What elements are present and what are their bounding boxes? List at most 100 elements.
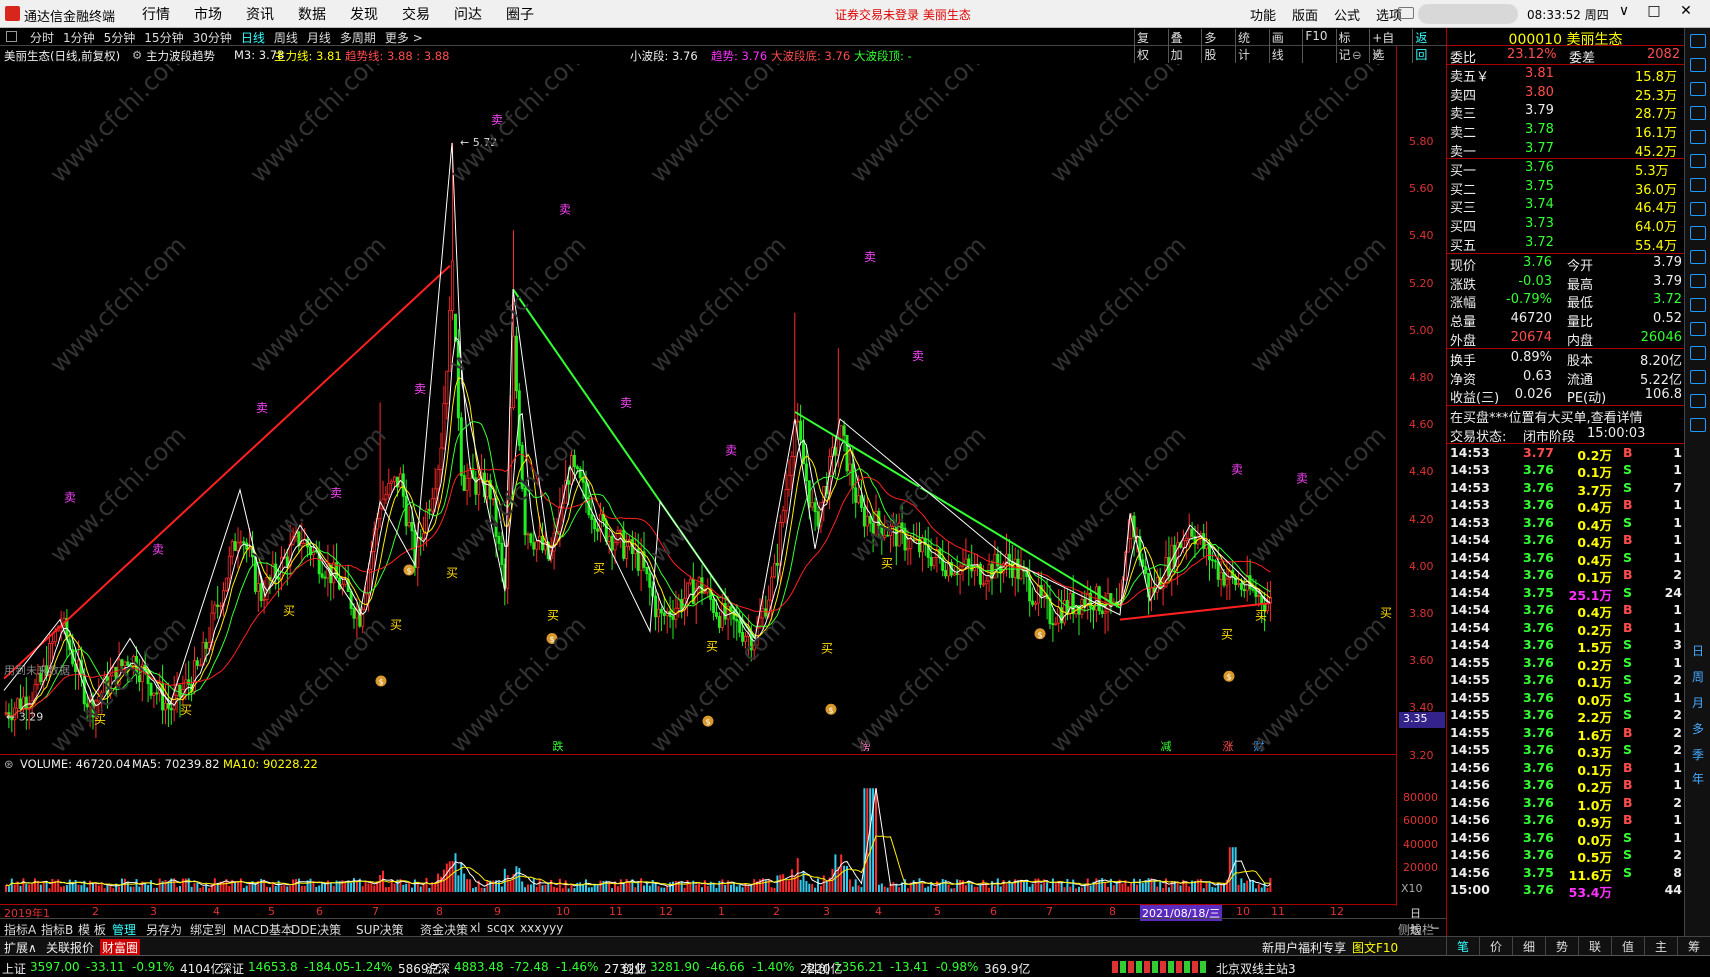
menu-discover[interactable]: 发现	[338, 4, 390, 24]
sidebar-tool-icon[interactable]	[1690, 82, 1706, 96]
quote-tab-5[interactable]: 值	[1611, 936, 1644, 955]
quote-tab-1[interactable]: 价	[1479, 936, 1512, 955]
quote-tab-3[interactable]: 势	[1545, 936, 1578, 955]
tick-row[interactable]: 14:56 3.76 0.1万 B 1	[1447, 759, 1684, 778]
related-quote-tab[interactable]: 关联报价	[46, 939, 94, 956]
tick-row[interactable]: 14:55 3.76 0.2万 S 1	[1447, 654, 1684, 673]
period-3[interactable]: 15分钟	[144, 29, 183, 46]
menu-formula[interactable]: 公式	[1326, 5, 1368, 24]
menu-market-quote[interactable]: 行情	[130, 4, 182, 24]
sidebar-period-4[interactable]: 季	[1692, 746, 1704, 763]
volume-settings-icon[interactable]: ⊛	[4, 757, 14, 771]
sidebar-tool-icon[interactable]	[1690, 370, 1706, 384]
menu-news[interactable]: 资讯	[234, 4, 286, 24]
sidebar-tool-icon[interactable]	[1690, 418, 1706, 432]
tick-row[interactable]: 14:55 3.76 0.1万 S 2	[1447, 671, 1684, 690]
tick-row[interactable]: 14:54 3.76 0.4万 B 1	[1447, 601, 1684, 620]
server-name[interactable]: 北京双线主站3	[1216, 960, 1296, 977]
event-mark[interactable]: 涨	[1223, 740, 1234, 753]
order-book-row[interactable]: 卖一 3.77 45.2万	[1447, 140, 1684, 160]
menu-function[interactable]: 功能	[1242, 5, 1284, 24]
menu-trade[interactable]: 交易	[390, 4, 442, 24]
mail-icon[interactable]	[1398, 7, 1414, 19]
tick-row[interactable]: 14:56 3.76 0.2万 B 1	[1447, 776, 1684, 795]
sidebar-period-5[interactable]: 年	[1692, 770, 1704, 787]
order-book-row[interactable]: 卖五￥ 3.81 15.8万	[1447, 65, 1684, 85]
quote-tab-7[interactable]: 筹	[1677, 936, 1710, 955]
indicator-tab-13[interactable]: yyy	[542, 921, 563, 935]
collapse-icon[interactable]: ⊖	[1352, 48, 1362, 62]
quote-tab-2[interactable]: 细	[1512, 936, 1545, 955]
sidebar-tool-icon[interactable]	[1690, 154, 1706, 168]
period-4[interactable]: 30分钟	[193, 29, 232, 46]
sidebar-period-3[interactable]: 多	[1692, 720, 1704, 737]
tick-row[interactable]: 14:53 3.76 0.4万 S 1	[1447, 514, 1684, 533]
order-book-row[interactable]: 卖四 3.80 25.3万	[1447, 84, 1684, 104]
tick-row[interactable]: 14:56 3.76 0.0万 S 1	[1447, 829, 1684, 848]
big-order-notice-row[interactable]: 在买盘***位置有大买单,查看详情	[1447, 406, 1684, 426]
sidebar-period-1[interactable]: 周	[1692, 668, 1704, 685]
user-account-area[interactable]	[1418, 4, 1518, 24]
order-book-row[interactable]: 买二 3.75 36.0万	[1447, 178, 1684, 198]
event-mark[interactable]: 跌	[553, 739, 564, 753]
period-7[interactable]: 月线	[307, 29, 331, 46]
tick-row[interactable]: 14:55 3.76 0.3万 S 2	[1447, 741, 1684, 760]
period-0[interactable]: 分时	[30, 29, 54, 46]
price-chart[interactable]: ← 5.72 ← 3.29 用到未来数据卖卖卖卖卖卖卖卖卖卖卖卖卖买买买买买买买买买…	[0, 41, 1396, 758]
tick-row[interactable]: 14:54 3.76 0.2万 B 1	[1447, 619, 1684, 638]
tick-row[interactable]: 14:53 3.76 0.4万 B 1	[1447, 496, 1684, 515]
settings-icon[interactable]: ⚙	[132, 48, 142, 62]
sidebar-tool-icon[interactable]	[1690, 298, 1706, 312]
tick-list[interactable]: 14:53 3.77 0.2万 B 1 14:53 3.76 0.1万 S 1 14:53 3.76 3…	[1447, 444, 1684, 901]
restore-button[interactable]: □	[1644, 3, 1664, 19]
tick-row[interactable]: 14:55 3.76 2.2万 S 2	[1447, 706, 1684, 725]
indicator-name[interactable]: 主力波段趋势	[146, 48, 215, 64]
tick-row[interactable]: 14:55 3.76 0.0万 S 1	[1447, 689, 1684, 708]
tick-row[interactable]: 14:56 3.76 0.9万 B 1	[1447, 811, 1684, 830]
sidebar-tool-icon[interactable]	[1690, 274, 1706, 288]
order-book-row[interactable]: 买一 3.76 5.3万	[1447, 159, 1684, 179]
menu-data[interactable]: 数据	[286, 4, 338, 24]
period-9[interactable]: 更多 >	[385, 29, 423, 46]
sidebar-tool-icon[interactable]	[1690, 178, 1706, 192]
layout-icon[interactable]	[6, 31, 17, 42]
tick-row[interactable]: 14:55 3.76 1.6万 B 2	[1447, 724, 1684, 743]
tick-row[interactable]: 15:00 3.76 53.4万 44	[1447, 881, 1684, 900]
order-book-row[interactable]: 买五 3.72 55.4万	[1447, 234, 1684, 254]
sidebar-tool-icon[interactable]	[1690, 322, 1706, 336]
indicator-tab-10[interactable]: xl	[470, 921, 480, 935]
quote-tab-4[interactable]: 联	[1578, 936, 1611, 955]
quote-tab-6[interactable]: 主	[1644, 936, 1677, 955]
menu-market[interactable]: 市场	[182, 4, 234, 24]
sidebar-period-2[interactable]: 月	[1692, 694, 1704, 711]
sidebar-tool-icon[interactable]	[1690, 250, 1706, 264]
indicator-tab-12[interactable]: xxx	[520, 921, 541, 935]
login-notice[interactable]: 证券交易未登录 美丽生态	[835, 6, 971, 23]
quote-tab-0[interactable]: 笔	[1446, 936, 1479, 955]
tick-row[interactable]: 14:56 3.75 11.6万 S 8	[1447, 864, 1684, 883]
tick-row[interactable]: 14:53 3.77 0.2万 B 1	[1447, 444, 1684, 463]
sidebar-tool-icon[interactable]	[1690, 226, 1706, 240]
promo-f10[interactable]: 图文F10	[1352, 939, 1398, 956]
wealth-circle-tab[interactable]: 财富圈	[100, 939, 141, 956]
order-book-row[interactable]: 买三 3.74 46.4万	[1447, 196, 1684, 216]
menu-ask[interactable]: 问达	[442, 4, 494, 24]
event-mark[interactable]: 减	[1161, 740, 1172, 753]
close-button[interactable]: ✕	[1676, 3, 1696, 19]
period-1[interactable]: 1分钟	[63, 29, 95, 46]
tick-row[interactable]: 14:56 3.76 0.5万 S 2	[1447, 846, 1684, 865]
indicator-tab-11[interactable]: scqx	[487, 921, 515, 935]
sidebar-tool-icon[interactable]	[1690, 130, 1706, 144]
period-8[interactable]: 多周期	[340, 29, 376, 46]
order-book-row[interactable]: 卖三 3.79 28.7万	[1447, 102, 1684, 122]
period-5[interactable]: 日线	[241, 29, 265, 46]
tick-row[interactable]: 14:56 3.76 1.0万 B 2	[1447, 794, 1684, 813]
sidebar-period-0[interactable]: 日	[1692, 642, 1704, 659]
tick-row[interactable]: 14:53 3.76 3.7万 S 7	[1447, 479, 1684, 498]
close-chart-icon[interactable]: ✕	[1372, 48, 1382, 62]
sidebar-tool-icon[interactable]	[1690, 394, 1706, 408]
sidebar-tool-icon[interactable]	[1690, 58, 1706, 72]
tick-row[interactable]: 14:53 3.76 0.1万 S 1	[1447, 461, 1684, 480]
menu-layout[interactable]: 版面	[1284, 5, 1326, 24]
sidebar-tool-icon[interactable]	[1690, 106, 1706, 120]
